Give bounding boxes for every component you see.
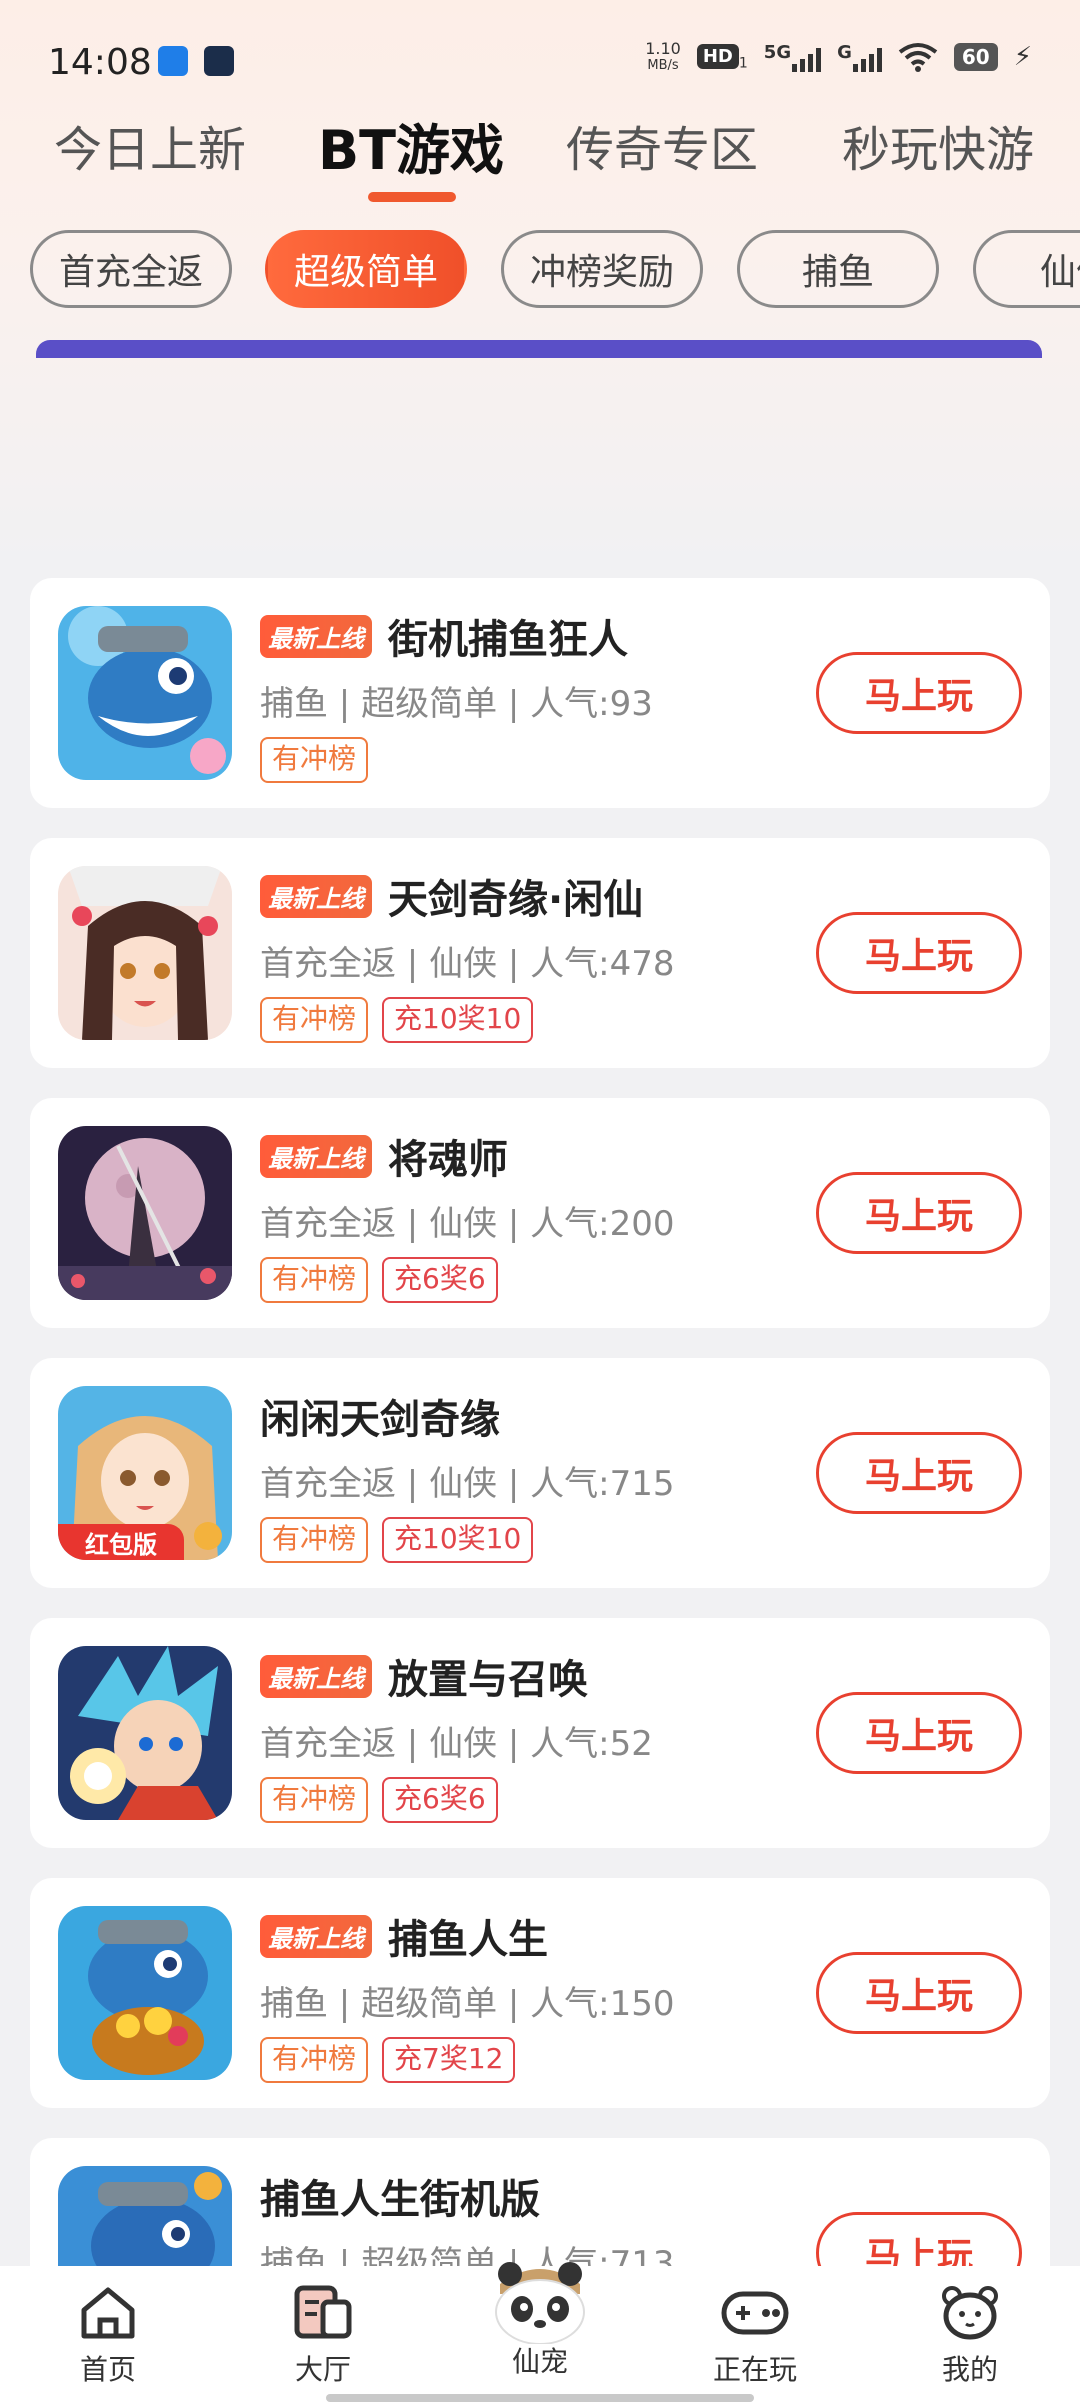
nav-label: 仙宠 — [511, 2345, 568, 2378]
active-tab-indicator — [368, 192, 456, 202]
nav-playing[interactable]: 正在玩 — [685, 2284, 825, 2388]
game-card[interactable]: 最新上线 捕鱼人生 捕鱼 | 超级简单 | 人气:150 有冲榜 充7奖12 马… — [30, 1878, 1050, 2108]
rank-tag: 有冲榜 — [260, 2037, 369, 2083]
game-title: 天剑奇缘·闲仙 — [388, 877, 644, 923]
nav-label: 首页 — [79, 2353, 136, 2386]
filter-chips: 首充全返 超级简单 冲榜奖励 捕鱼 仙侠 — [0, 230, 1080, 312]
nav-label: 我的 — [941, 2353, 998, 2386]
tab-today-new[interactable]: 今日上新 — [54, 110, 246, 180]
game-meta: 首充全返 | 仙侠 | 人气:52 — [260, 1724, 653, 1764]
blonde-girl-icon[interactable]: 红包版 — [58, 1386, 232, 1560]
bottom-nav: 首页 大厅 仙宠 正在玩 我的 — [0, 2262, 1080, 2408]
game-card[interactable]: 红包版 闲闲天剑奇缘 首充全返 | 仙侠 | 人气:715 有冲榜 充10奖10… — [30, 1358, 1050, 1588]
play-now-button[interactable]: 马上玩 — [816, 1432, 1022, 1514]
rank-tag: 有冲榜 — [260, 997, 369, 1043]
signal-5g-icon: 5G — [764, 42, 822, 72]
game-card[interactable]: 最新上线 街机捕鱼狂人 捕鱼 | 超级简单 | 人气:93 有冲榜 马上玩 — [30, 578, 1050, 808]
home-icon — [81, 2287, 135, 2339]
shark-fishing-icon[interactable] — [58, 606, 232, 780]
nav-home[interactable]: 首页 — [38, 2284, 178, 2388]
game-title: 放置与召唤 — [388, 1657, 588, 1703]
game-card[interactable]: 最新上线 放置与召唤 首充全返 | 仙侠 | 人气:52 有冲榜 充6奖6 马上… — [30, 1618, 1050, 1848]
play-now-button[interactable]: 马上玩 — [816, 1692, 1022, 1774]
game-meta: 首充全返 | 仙侠 | 人气:200 — [260, 1204, 675, 1244]
game-title: 将魂师 — [388, 1137, 508, 1183]
bonus-tag: 充6奖6 — [382, 1777, 498, 1823]
battery-icon: 60 — [953, 43, 998, 71]
panda-mascot-icon — [495, 2262, 585, 2345]
play-now-button[interactable]: 马上玩 — [816, 912, 1022, 994]
chip-fishing[interactable]: 捕鱼 — [737, 230, 939, 308]
nav-pet[interactable]: 仙宠 — [470, 2254, 610, 2380]
gesture-bar[interactable] — [326, 2394, 754, 2402]
chip-xianxia[interactable]: 仙侠 — [973, 230, 1080, 308]
app-notification-icon — [204, 46, 234, 76]
new-release-badge: 最新上线 — [260, 1914, 372, 1958]
rank-tag: 有冲榜 — [260, 1257, 369, 1303]
new-release-badge: 最新上线 — [260, 874, 372, 918]
new-release-badge: 最新上线 — [260, 1654, 372, 1698]
rank-tag: 有冲榜 — [260, 1517, 369, 1563]
game-meta: 捕鱼 | 超级简单 | 人气:93 — [260, 684, 653, 724]
game-title: 闲闲天剑奇缘 — [260, 1397, 500, 1443]
play-now-button[interactable]: 马上玩 — [816, 652, 1022, 734]
charging-icon: ⚡ — [1013, 42, 1032, 72]
signal-g-icon: G — [837, 42, 882, 72]
play-now-button[interactable]: 马上玩 — [816, 1952, 1022, 2034]
game-meta: 捕鱼 | 超级简单 | 人气:150 — [260, 1984, 675, 2024]
tab-legend-zone[interactable]: 传奇专区 — [566, 110, 758, 180]
game-title: 捕鱼人生街机版 — [260, 2177, 540, 2223]
bonus-tag: 充7奖12 — [382, 2037, 516, 2083]
bonus-tag: 充10奖10 — [382, 997, 534, 1043]
chip-rank-reward[interactable]: 冲榜奖励 — [501, 230, 703, 308]
anime-girl-icon[interactable] — [58, 866, 232, 1040]
game-title: 街机捕鱼狂人 — [388, 617, 628, 663]
new-release-badge: 最新上线 — [260, 1134, 372, 1178]
game-meta: 首充全返 | 仙侠 | 人气:478 — [260, 944, 675, 984]
wifi-icon — [898, 43, 938, 72]
shark-treasure-icon[interactable] — [58, 1906, 232, 2080]
play-now-button[interactable]: 马上玩 — [816, 1172, 1022, 1254]
nav-label: 正在玩 — [712, 2353, 797, 2386]
tab-instant-games[interactable]: 秒玩快游 — [842, 110, 1034, 180]
icon-ribbon: 红包版 — [58, 1524, 184, 1560]
chip-first-recharge[interactable]: 首充全返 — [30, 230, 232, 308]
gamepad-icon — [721, 2291, 789, 2335]
bonus-tag: 充10奖10 — [382, 1517, 534, 1563]
status-bar: 14:08 1.10 MB/s HD 1 5G G 60 ⚡ — [0, 0, 1080, 120]
nav-label: 大厅 — [294, 2353, 351, 2386]
game-title: 捕鱼人生 — [388, 1917, 548, 1963]
new-release-badge: 最新上线 — [260, 614, 372, 658]
chip-super-simple[interactable]: 超级简单 — [265, 230, 467, 308]
hd-icon: HD 1 — [696, 43, 748, 71]
nav-hall[interactable]: 大厅 — [253, 2284, 393, 2388]
banner[interactable] — [36, 340, 1042, 358]
rank-tag: 有冲榜 — [260, 1777, 369, 1823]
category-tabs: 今日上新 BT游戏 传奇专区 秒玩快游 — [0, 110, 1080, 210]
bear-profile-icon — [942, 2286, 998, 2340]
rank-tag: 有冲榜 — [260, 737, 369, 783]
status-time: 14:08 — [48, 42, 152, 83]
hall-icon — [294, 2285, 352, 2339]
network-speed: 1.10 MB/s — [645, 39, 681, 73]
blue-hair-hero-icon[interactable] — [58, 1646, 232, 1820]
game-meta: 首充全返 | 仙侠 | 人气:715 — [260, 1464, 675, 1504]
game-card[interactable]: 最新上线 天剑奇缘·闲仙 首充全返 | 仙侠 | 人气:478 有冲榜 充10奖… — [30, 838, 1050, 1068]
bonus-tag: 充6奖6 — [382, 1257, 498, 1303]
tab-bt-games[interactable]: BT游戏 — [318, 106, 504, 185]
moon-warrior-icon[interactable] — [58, 1126, 232, 1300]
game-card[interactable]: 最新上线 将魂师 首充全返 | 仙侠 | 人气:200 有冲榜 充6奖6 马上玩 — [30, 1098, 1050, 1328]
app-notification-icon — [158, 46, 188, 76]
nav-mine[interactable]: 我的 — [900, 2284, 1040, 2388]
